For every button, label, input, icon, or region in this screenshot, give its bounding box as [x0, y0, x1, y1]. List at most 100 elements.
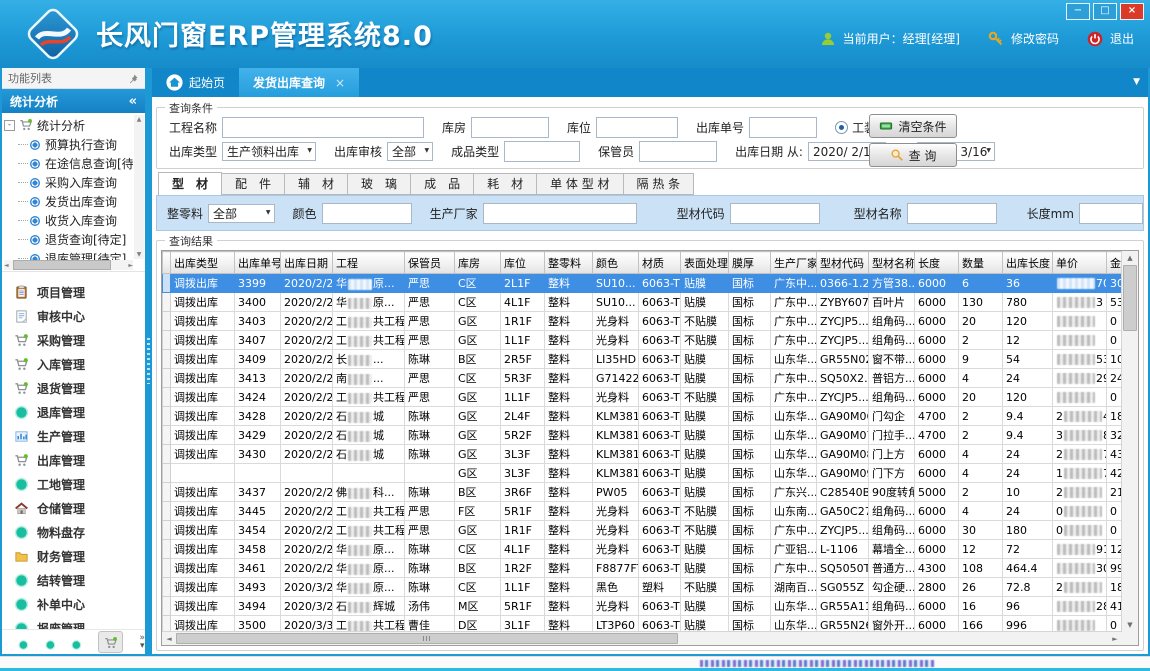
table-row[interactable]: 调拨出库34092020/2/25长...陈琳B区2R5F整料LI35HD606…	[163, 350, 1123, 369]
sidebar-menu-item[interactable]: 退库管理	[2, 400, 145, 424]
tab-home[interactable]: 起始页	[152, 68, 239, 97]
tree-item[interactable]: 预算执行查询	[18, 135, 133, 154]
column-header[interactable]: 型材代码	[817, 252, 869, 274]
sidebar-menu-item[interactable]: 项目管理	[2, 280, 145, 304]
clear-conditions-button[interactable]: 清空条件	[869, 114, 957, 138]
table-row[interactable]: 调拨出库33992020/2/25华原...严思C区2L1F整料SU10...6…	[163, 274, 1123, 293]
table-row[interactable]: 调拨出库34452020/2/27工共工程严思F区5R1F整料光身料6063-T…	[163, 502, 1123, 521]
circle-icon[interactable]	[18, 636, 29, 648]
profile-code-input[interactable]	[730, 203, 820, 224]
search-button[interactable]: 查 询	[869, 143, 957, 167]
scrollbar-thumb[interactable]	[1123, 265, 1137, 331]
sidebar-menu-item[interactable]: 物料盘存	[2, 520, 145, 544]
close-button[interactable]: ×	[1120, 3, 1144, 20]
sidebar-menu-item[interactable]: 采购管理	[2, 328, 145, 352]
column-header[interactable]: 长度	[915, 252, 959, 274]
tree-expander-icon[interactable]: -	[4, 120, 15, 131]
tab-close-icon[interactable]: ×	[335, 76, 345, 90]
factory-input[interactable]	[483, 203, 637, 224]
material-tab[interactable]: 辅 材	[285, 173, 348, 195]
circle-icon[interactable]	[71, 636, 82, 648]
grid-vertical-scrollbar[interactable]: ▲▼	[1121, 251, 1138, 632]
column-header[interactable]: 整零料	[545, 252, 593, 274]
sidebar-menu-item[interactable]: 退货管理	[2, 376, 145, 400]
tree-item[interactable]: 退货查询[待定]	[18, 230, 133, 249]
tree-item[interactable]: 退库管理[待定]	[18, 249, 133, 260]
sidebar-menu-item[interactable]: 工地管理	[2, 472, 145, 496]
batch-select[interactable]: 全部	[208, 204, 275, 223]
table-row[interactable]: 调拨出库34242020/2/26工共工程严思G区1L1F整料光身料6063-T…	[163, 388, 1123, 407]
circle-icon[interactable]	[45, 636, 56, 648]
tree-item[interactable]: 采购入库查询	[18, 173, 133, 192]
column-header[interactable]: 出库长度	[1003, 252, 1053, 274]
grid-horizontal-scrollbar[interactable]: ◄►	[162, 631, 1122, 645]
material-tab[interactable]: 成 品	[411, 173, 474, 195]
table-row[interactable]: 调拨出库34072020/2/25工共工程严思G区1L1F整料光身料6063-T…	[163, 331, 1123, 350]
sidebar-menu-item[interactable]: 审核中心	[2, 304, 145, 328]
sidebar-menu-item[interactable]: 出库管理	[2, 448, 145, 472]
column-header[interactable]: 单价	[1053, 252, 1107, 274]
table-row[interactable]: 调拨出库34002020/2/25华原...严思C区4L1F整料SU10...6…	[163, 293, 1123, 312]
minimize-button[interactable]: −	[1066, 3, 1090, 20]
change-password-link[interactable]: 修改密码	[1011, 30, 1059, 47]
table-row[interactable]: 调拨出库34282020/2/26石城陈琳G区2L4F整料KLM38176063…	[163, 407, 1123, 426]
tree-vertical-scrollbar[interactable]: ▲▼	[134, 115, 144, 259]
table-row[interactable]: 调拨出库34942020/3/2石辉城汤伟M区5R1F整料光身料6063-T5贴…	[163, 597, 1123, 616]
length-input[interactable]	[1079, 203, 1143, 224]
order-no-input[interactable]	[749, 117, 817, 138]
column-header[interactable]: 出库日期	[281, 252, 333, 274]
table-row[interactable]: 调拨出库34542020/2/28工共工程严思G区1R1F整料光身料6063-T…	[163, 521, 1123, 540]
column-header[interactable]: 生产厂家	[771, 252, 817, 274]
table-row[interactable]: 调拨出库34932020/3/2华原...陈琳C区1L1F整料黑色塑料不贴膜国标…	[163, 578, 1123, 597]
material-tab[interactable]: 单 体 型 材	[537, 173, 623, 195]
column-header[interactable]: 数量	[959, 252, 1003, 274]
column-header[interactable]: 膜厚	[729, 252, 771, 274]
column-header[interactable]: 保管员	[405, 252, 455, 274]
tab-overflow-chevron[interactable]: ▼	[1133, 77, 1140, 87]
warehouse-input[interactable]	[471, 117, 549, 138]
scrollbar-thumb[interactable]	[176, 633, 678, 644]
column-header[interactable]: 工程	[333, 252, 405, 274]
table-row[interactable]: G区3L3F整料KLM38176063-T5贴膜国标山东华...GA90M09.…	[163, 464, 1123, 483]
material-tab[interactable]: 型 材	[158, 172, 222, 195]
profile-name-input[interactable]	[907, 203, 997, 224]
scrollbar-thumb[interactable]	[13, 260, 111, 270]
collapse-icon[interactable]: «	[129, 94, 137, 109]
location-input[interactable]	[596, 117, 678, 138]
tree-item[interactable]: 在途信息查询[待定]	[18, 154, 133, 173]
table-row[interactable]: 调拨出库34612020/2/28华原...陈琳B区1R2F整料F8877FT6…	[163, 559, 1123, 578]
radio-gongzhuang[interactable]	[835, 121, 848, 134]
table-row[interactable]: 调拨出库35002020/3/3工共工程曹佳D区3L1F整料LT3P606063…	[163, 616, 1123, 633]
column-header[interactable]: 表面处理	[681, 252, 729, 274]
cart-button[interactable]	[98, 631, 123, 653]
keeper-input[interactable]	[639, 141, 717, 162]
column-header[interactable]: 颜色	[593, 252, 639, 274]
material-tab[interactable]: 隔 热 条	[624, 173, 695, 195]
column-header[interactable]: 出库单号	[235, 252, 281, 274]
tree-item[interactable]: 收货入库查询	[18, 211, 133, 230]
color-input[interactable]	[322, 203, 412, 224]
logout-link[interactable]: 退出	[1110, 30, 1134, 47]
table-row[interactable]: 调拨出库34292020/2/26石城陈琳G区5R2F整料KLM38176063…	[163, 426, 1123, 445]
sidebar-menu-item[interactable]: 仓储管理	[2, 496, 145, 520]
material-tab[interactable]: 耗 材	[474, 173, 537, 195]
tab-shipping-query[interactable]: 发货出库查询 ×	[239, 68, 359, 97]
column-header[interactable]: 出库类型	[171, 252, 235, 274]
out-type-select[interactable]: 生产领料出库	[222, 142, 316, 161]
tree-horizontal-scrollbar[interactable]: ◄►	[4, 260, 133, 270]
material-tab[interactable]: 玻 璃	[348, 173, 411, 195]
sidebar-menu-item[interactable]: 补单中心	[2, 592, 145, 616]
table-row[interactable]: 调拨出库34302020/2/26石城陈琳G区3L3F整料KLM38176063…	[163, 445, 1123, 464]
table-row[interactable]: 调拨出库34132020/2/26南...严思C区5R3F整料G71422606…	[163, 369, 1123, 388]
sidebar-section-header[interactable]: 统计分析 «	[2, 89, 145, 113]
sidebar-splitter[interactable]	[145, 68, 152, 654]
sidebar-menu-item[interactable]: 入库管理	[2, 352, 145, 376]
tree-item[interactable]: 发货出库查询	[18, 192, 133, 211]
column-header[interactable]: 材质	[639, 252, 681, 274]
audit-select[interactable]: 全部	[387, 142, 433, 161]
tree-root[interactable]: - 统计分析	[4, 115, 133, 135]
product-type-input[interactable]	[504, 141, 580, 162]
sidebar-menu-item[interactable]: 报废管理	[2, 616, 145, 629]
pin-icon[interactable]	[128, 73, 139, 84]
table-row[interactable]: 调拨出库34032020/2/25工共工程严思G区1R1F整料光身料6063-T…	[163, 312, 1123, 331]
